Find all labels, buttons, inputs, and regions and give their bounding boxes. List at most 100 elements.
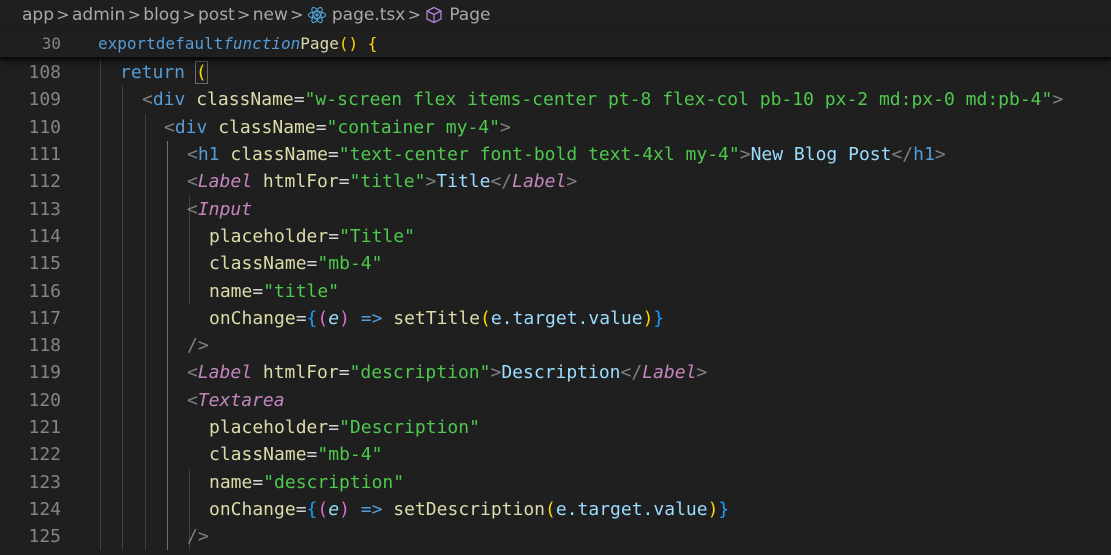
tag-name: div <box>174 116 208 138</box>
attribute: name <box>209 471 253 493</box>
line-number: 121 <box>28 417 61 438</box>
breadcrumb-item-symbol[interactable]: Page <box>423 5 490 25</box>
line-number: 120 <box>28 389 61 411</box>
line-number: 110 <box>28 116 61 138</box>
code-line: 120 < Textarea <box>0 387 1111 414</box>
breadcrumb-item-app[interactable]: app <box>22 5 54 25</box>
line-number: 30 <box>41 33 61 53</box>
line-number: 116 <box>28 280 61 302</box>
line-number: 108 <box>28 62 61 84</box>
code-content: name = "description" <box>209 471 405 493</box>
line-number: 112 <box>28 171 61 193</box>
code-content: placeholder = "Description" <box>209 417 480 438</box>
line-number: 113 <box>28 198 61 220</box>
code-content: className = "mb-4" <box>209 444 383 466</box>
tag-name: h1 <box>197 144 220 166</box>
code-content: /> <box>187 526 209 548</box>
breadcrumb-item-new[interactable]: new <box>253 5 288 25</box>
keyword: function <box>223 33 301 53</box>
attribute: htmlFor <box>262 171 339 193</box>
function-call: setDescription <box>393 498 546 520</box>
attribute: className <box>196 89 294 111</box>
code-line: export default function Page() { <box>98 29 377 57</box>
code-content: < div className = "w-screen flex items-cent… <box>142 89 1064 111</box>
component-name: Label <box>197 171 253 193</box>
breadcrumb-label: app <box>22 4 54 25</box>
code-content: name = "title" <box>209 280 340 302</box>
code-content: className = "mb-4" <box>209 253 383 275</box>
line-number: 125 <box>28 526 61 548</box>
string: "Title" <box>339 225 415 247</box>
attribute: name <box>209 280 253 302</box>
attribute: className <box>218 116 316 138</box>
string: "text-center font-bold text-4xl my-4" <box>338 144 740 166</box>
string: "mb-4" <box>317 444 383 466</box>
keyword: return <box>120 62 186 84</box>
code-line: 123 name = "description" <box>0 468 1111 495</box>
code-line: 121 placeholder = "Description" <box>0 414 1111 441</box>
sticky-scroll-header[interactable]: 30 export default function Page() { <box>0 29 1111 59</box>
string: "Description" <box>339 417 480 438</box>
breadcrumb-item-file[interactable]: page.tsx <box>306 5 405 25</box>
code-line: 111 < h1 className = "text-center font-bold… <box>0 141 1111 168</box>
attribute: placeholder <box>209 225 329 247</box>
chevron-right-icon: > <box>127 5 141 24</box>
tag-name: div <box>152 89 186 111</box>
line-number: 115 <box>28 253 61 275</box>
component-name: Label <box>512 171 567 193</box>
breadcrumb-item-admin[interactable]: admin <box>72 5 125 25</box>
code-line: 124 onChange ={(e) => setDescription(e.ta… <box>0 496 1111 523</box>
attribute: onChange <box>209 498 296 520</box>
parameter: e <box>328 307 340 329</box>
parameter: e <box>328 498 340 520</box>
line-number: 114 <box>28 225 61 247</box>
breadcrumb-label: page.tsx <box>331 4 406 25</box>
code-content: < Label htmlFor = "title" > Title </Label > <box>187 171 578 193</box>
attribute: className <box>209 253 307 275</box>
breadcrumb-item-blog[interactable]: blog <box>143 5 180 25</box>
string: "container my-4" <box>326 116 500 138</box>
cube-icon <box>423 5 445 25</box>
react-icon <box>306 5 328 25</box>
attribute: className <box>230 144 328 166</box>
expression: e.target.value <box>555 498 708 520</box>
code-content: < Label htmlFor = "description" > Description… <box>187 362 708 384</box>
breadcrumb-label: post <box>198 4 235 25</box>
code-content: < Textarea <box>187 389 285 411</box>
jsx-text: New Blog Post <box>750 144 892 166</box>
function-call: setTitle <box>393 307 480 329</box>
code-line: 125 /> <box>0 523 1111 550</box>
code-content: < div className = "container my-4" > <box>164 116 511 138</box>
code-content: return ( <box>120 61 208 85</box>
breadcrumb-label: admin <box>72 4 126 25</box>
string: "mb-4" <box>317 253 383 275</box>
chevron-right-icon: > <box>290 5 304 24</box>
breadcrumb-label: Page <box>449 4 491 25</box>
code-line: 119 < Label htmlFor = "description" > Descrip… <box>0 359 1111 386</box>
code-line: 114 placeholder = "Title" <box>0 223 1111 250</box>
jsx-text: Title <box>436 171 491 193</box>
code-line: 122 className = "mb-4" <box>0 441 1111 468</box>
line-number: 124 <box>28 498 61 520</box>
code-editor[interactable]: 108 return ( 109 < div className = "w-scree… <box>0 59 1111 550</box>
string: "description" <box>263 471 405 493</box>
jsx-text: Description <box>501 362 621 384</box>
line-number: 123 <box>28 471 61 493</box>
chevron-right-icon: > <box>56 5 70 24</box>
chevron-right-icon: > <box>407 5 422 24</box>
string: "title" <box>349 171 426 193</box>
code-content: < h1 className = "text-center font-bold tex… <box>187 144 946 166</box>
breadcrumb-label: new <box>252 4 288 25</box>
code-line: 109 < div className = "w-screen flex items-… <box>0 86 1111 113</box>
code-line: 110 < div className = "container my-4" > <box>0 114 1111 141</box>
component-name: Label <box>197 362 253 384</box>
attribute: onChange <box>209 307 296 329</box>
function-name: Page <box>300 33 339 53</box>
attribute: htmlFor <box>262 362 339 384</box>
code-line: 115 className = "mb-4" <box>0 250 1111 277</box>
chevron-right-icon: > <box>182 5 196 24</box>
breadcrumb-item-post[interactable]: post <box>198 5 235 25</box>
line-number: 111 <box>28 144 61 166</box>
attribute: placeholder <box>209 417 329 438</box>
code-line: 108 return ( <box>0 59 1111 86</box>
